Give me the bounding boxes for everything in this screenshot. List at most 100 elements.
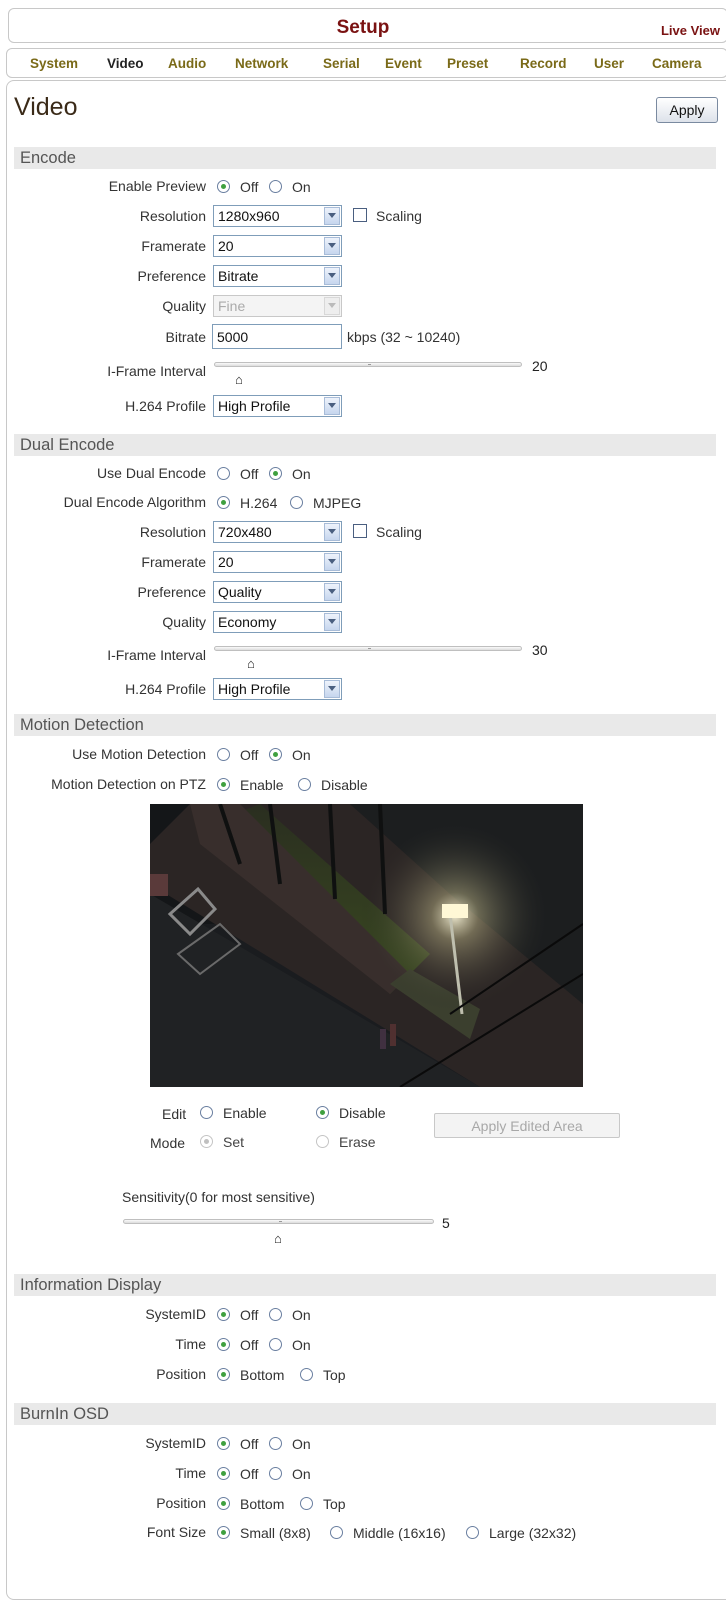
motion-preview-video[interactable] <box>150 804 583 1087</box>
dual-iframe-interval-slider-track[interactable] <box>214 646 522 651</box>
nav-record[interactable]: Record <box>520 56 567 71</box>
section-bar-burnin <box>14 1403 716 1425</box>
burnin-font-small-label: Small (8x8) <box>240 1525 311 1541</box>
burnin-font-middle-radio[interactable] <box>330 1526 343 1539</box>
preference-label: Preference <box>137 268 206 284</box>
sensitivity-slider-track[interactable] <box>123 1219 434 1224</box>
iframe-interval-label: I-Frame Interval <box>107 363 206 379</box>
scaling-checkbox[interactable] <box>353 208 367 222</box>
nav-preset[interactable]: Preset <box>447 56 488 71</box>
dual-resolution-select[interactable]: 720x480 <box>213 521 342 543</box>
motion-ptz-disable-label: Disable <box>321 777 368 793</box>
info-position-top-radio[interactable] <box>300 1368 313 1381</box>
burnin-systemid-label: SystemID <box>145 1435 206 1451</box>
motion-ptz-disable-radio[interactable] <box>298 778 311 791</box>
chevron-down-icon <box>324 553 340 571</box>
chevron-down-icon <box>324 237 340 255</box>
enable-preview-off-radio[interactable] <box>217 180 230 193</box>
resolution-value: 1280x960 <box>218 208 280 224</box>
chevron-down-icon <box>324 267 340 285</box>
burnin-systemid-on-radio[interactable] <box>269 1437 282 1450</box>
use-dual-on-radio[interactable] <box>269 467 282 480</box>
burnin-position-top-radio[interactable] <box>300 1497 313 1510</box>
edit-disable-radio[interactable] <box>316 1106 329 1119</box>
dual-framerate-select[interactable]: 20 <box>213 551 342 573</box>
slider-thumb-icon[interactable]: ⌂ <box>235 373 243 386</box>
preference-select[interactable]: Bitrate <box>213 265 342 287</box>
nav-camera[interactable]: Camera <box>652 56 702 71</box>
sensitivity-value: 5 <box>442 1215 450 1231</box>
section-title-dual: Dual Encode <box>20 436 115 454</box>
dual-preference-value: Quality <box>218 584 262 600</box>
info-systemid-on-label: On <box>292 1307 311 1323</box>
burnin-time-off-radio[interactable] <box>217 1467 230 1480</box>
info-position-bottom-radio[interactable] <box>217 1368 230 1381</box>
framerate-label: Framerate <box>141 238 206 254</box>
dual-h264-profile-select[interactable]: High Profile <box>213 678 342 700</box>
dual-algorithm-mjpeg-label: MJPEG <box>313 495 362 511</box>
edit-disable-label: Disable <box>339 1105 386 1121</box>
motion-ptz-label: Motion Detection on PTZ <box>51 776 206 792</box>
nav-network[interactable]: Network <box>235 56 288 71</box>
dual-scaling-checkbox[interactable] <box>353 524 367 538</box>
edit-enable-radio[interactable] <box>200 1106 213 1119</box>
apply-edited-area-button[interactable]: Apply Edited Area <box>434 1113 620 1138</box>
h264-profile-label: H.264 Profile <box>125 398 206 414</box>
quality-select[interactable]: Fine <box>213 295 342 317</box>
h264-profile-select[interactable]: High Profile <box>213 395 342 417</box>
info-systemid-on-radio[interactable] <box>269 1308 282 1321</box>
edit-enable-label: Enable <box>223 1105 267 1121</box>
dual-h264-profile-label: H.264 Profile <box>125 681 206 697</box>
mode-label: Mode <box>150 1135 186 1151</box>
burnin-position-bottom-radio[interactable] <box>217 1497 230 1510</box>
burnin-font-large-radio[interactable] <box>466 1526 479 1539</box>
page-header-title: Setup <box>336 17 390 38</box>
chevron-down-icon <box>324 523 340 541</box>
info-systemid-off-radio[interactable] <box>217 1308 230 1321</box>
nav-system[interactable]: System <box>30 56 78 71</box>
section-bar-encode <box>14 147 716 169</box>
dual-quality-select[interactable]: Economy <box>213 611 342 633</box>
nav-audio[interactable]: Audio <box>168 56 206 71</box>
nav-video[interactable]: Video <box>107 56 144 71</box>
iframe-interval-slider-track[interactable] <box>214 362 522 367</box>
motion-ptz-enable-radio[interactable] <box>217 778 230 791</box>
info-position-label: Position <box>156 1366 206 1382</box>
info-time-off-radio[interactable] <box>217 1338 230 1351</box>
dual-preference-select[interactable]: Quality <box>213 581 342 603</box>
slider-thumb-icon[interactable]: ⌂ <box>274 1232 282 1245</box>
burnin-font-size-label: Font Size <box>146 1524 206 1540</box>
info-time-on-radio[interactable] <box>269 1338 282 1351</box>
use-dual-off-radio[interactable] <box>217 467 230 480</box>
enable-preview-off-label: Off <box>240 179 259 195</box>
framerate-select[interactable]: 20 <box>213 235 342 257</box>
mode-erase-radio[interactable] <box>316 1135 329 1148</box>
nav-serial[interactable]: Serial <box>323 56 360 71</box>
page-title: Video <box>14 93 78 121</box>
dual-algorithm-h264-radio[interactable] <box>217 496 230 509</box>
resolution-select[interactable]: 1280x960 <box>213 205 342 227</box>
motion-ptz-enable-label: Enable <box>240 777 284 793</box>
nav-event[interactable]: Event <box>385 56 422 71</box>
nav-user[interactable]: User <box>594 56 624 71</box>
dual-resolution-label: Resolution <box>139 524 206 540</box>
mode-erase-label: Erase <box>339 1134 376 1150</box>
chevron-down-icon <box>324 613 340 631</box>
mode-set-radio[interactable] <box>200 1135 213 1148</box>
burnin-time-on-radio[interactable] <box>269 1467 282 1480</box>
apply-button[interactable]: Apply <box>656 97 718 123</box>
burnin-font-middle-label: Middle (16x16) <box>353 1525 446 1541</box>
use-motion-off-radio[interactable] <box>217 748 230 761</box>
enable-preview-on-radio[interactable] <box>269 180 282 193</box>
video-frame-image <box>150 804 583 1087</box>
slider-thumb-icon[interactable]: ⌂ <box>247 657 255 670</box>
burnin-systemid-off-radio[interactable] <box>217 1437 230 1450</box>
use-motion-on-radio[interactable] <box>269 748 282 761</box>
preference-value: Bitrate <box>218 268 259 284</box>
info-time-label: Time <box>175 1336 206 1352</box>
burnin-font-small-radio[interactable] <box>217 1526 230 1539</box>
bitrate-input[interactable]: 5000 <box>212 324 342 349</box>
dual-h264-profile-value: High Profile <box>218 681 291 697</box>
live-view-link[interactable]: Live View <box>661 23 720 38</box>
dual-algorithm-mjpeg-radio[interactable] <box>290 496 303 509</box>
